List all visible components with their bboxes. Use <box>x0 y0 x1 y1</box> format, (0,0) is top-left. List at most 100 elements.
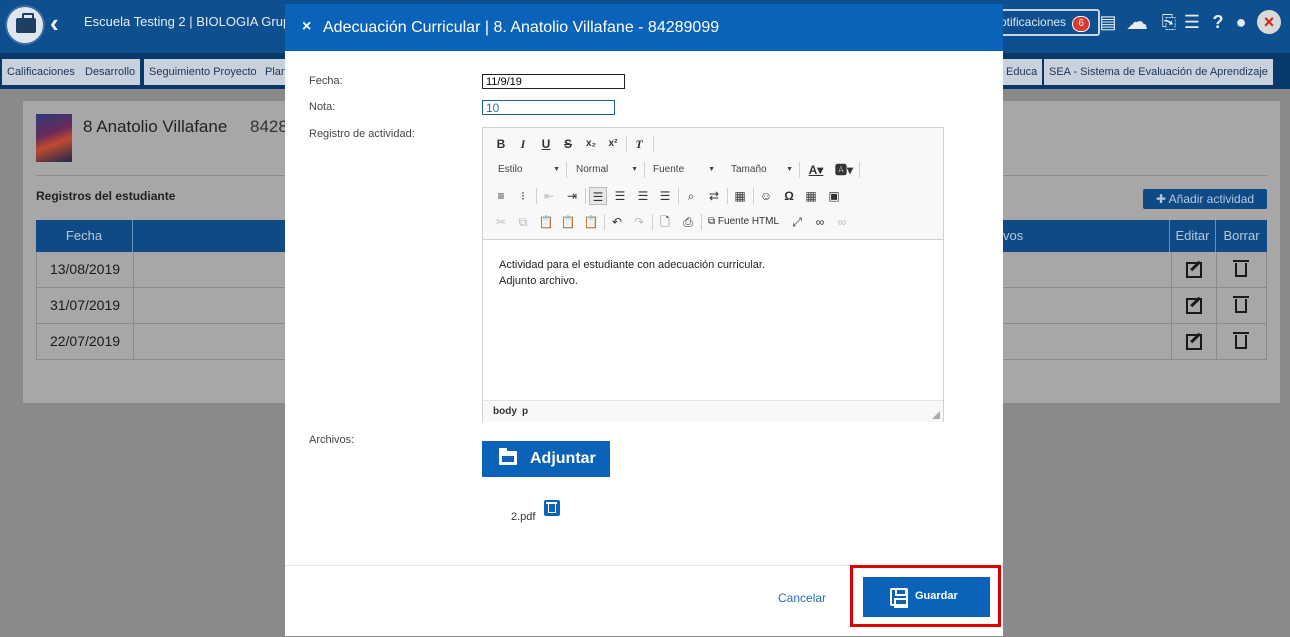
delete-file-button[interactable] <box>544 500 560 516</box>
rich-text-editor: B I U S x₂ x² T Estilo ▼ Normal ▼ Fuente ▼ … <box>482 127 944 422</box>
tab-plan[interactable]: Plan <box>260 59 286 85</box>
source-html-label: Fuente HTML <box>717 216 780 227</box>
paste-text-icon[interactable]: 📋 <box>559 213 577 231</box>
size-combo[interactable]: Tamaño ▼ <box>731 161 793 179</box>
chevron-down-icon: ▼ <box>553 166 560 173</box>
print-icon[interactable]: ⎙ <box>679 213 697 231</box>
adecuacion-modal: × Adecuación Curricular | 8. Anatolio Vi… <box>285 4 1003 636</box>
trash-icon <box>546 502 557 513</box>
editor-toolbar: B I U S x₂ x² T Estilo ▼ Normal ▼ Fuente ▼ … <box>483 128 943 240</box>
editor-line: Actividad para el estudiante con adecuac… <box>499 259 765 271</box>
font-combo[interactable]: Fuente ▼ <box>653 161 715 179</box>
edit-icon[interactable] <box>1186 298 1202 314</box>
style-combo[interactable]: Estilo ▼ <box>498 161 560 179</box>
subscript-icon[interactable]: x₂ <box>582 135 600 153</box>
tab-calificaciones[interactable]: Calificaciones <box>2 59 80 85</box>
chevron-down-icon: ▼ <box>631 166 638 173</box>
edit-icon[interactable] <box>1186 334 1202 350</box>
smiley-icon[interactable]: ☺ <box>757 187 775 205</box>
chevron-down-icon: ▼ <box>708 166 715 173</box>
back-chevron-icon[interactable]: ‹ <box>50 8 59 39</box>
table-icon[interactable]: ▦ <box>802 187 820 205</box>
nota-label: Nota: <box>309 101 336 113</box>
tab-sea[interactable]: SEA - Sistema de Evaluación de Aprendiza… <box>1044 59 1273 85</box>
modal-title: Adecuación Curricular | 8. Anatolio Vill… <box>323 19 720 36</box>
div-block-icon[interactable]: ▦ <box>731 187 749 205</box>
preview-icon[interactable]: 🗋 <box>656 213 674 231</box>
trash-icon[interactable] <box>1233 296 1249 313</box>
help-icon[interactable]: ? <box>1207 11 1229 33</box>
paste-word-icon[interactable]: 📋 <box>582 213 600 231</box>
undo-icon[interactable]: ↶ <box>608 213 626 231</box>
indent-icon[interactable]: ⇥ <box>563 187 581 205</box>
link-icon[interactable]: ∞ <box>811 213 829 231</box>
source-icon: ⧉ <box>708 216 718 227</box>
font-combo-label: Fuente <box>653 164 685 175</box>
align-left-icon[interactable]: ☰ <box>589 187 607 205</box>
trash-icon[interactable] <box>1233 332 1249 349</box>
tab-desarrollo[interactable]: Desarrollo <box>80 59 141 85</box>
align-right-icon[interactable]: ☰ <box>634 187 652 205</box>
text-color-icon[interactable]: A▾ <box>805 161 827 179</box>
align-center-icon[interactable]: ☰ <box>611 187 629 205</box>
paste-icon[interactable]: 📋 <box>537 213 555 231</box>
special-char-icon[interactable]: Ω <box>780 187 798 205</box>
cancel-button[interactable]: Cancelar <box>778 591 826 605</box>
unlink-icon[interactable]: ∞ <box>833 213 851 231</box>
format-combo[interactable]: Normal ▼ <box>576 161 638 179</box>
menu-icon[interactable]: ☰ <box>1181 11 1203 33</box>
editor-status-bar: body p <box>483 400 943 422</box>
align-justify-icon[interactable]: ☰ <box>656 187 674 205</box>
size-combo-label: Tamaño <box>731 164 767 175</box>
tab-educa[interactable]: Educa <box>1003 59 1043 85</box>
italic-icon[interactable]: I <box>514 135 532 153</box>
trash-icon[interactable] <box>1233 260 1249 277</box>
attach-button[interactable]: Adjuntar <box>482 441 610 477</box>
path-body[interactable]: body <box>493 406 517 417</box>
app-logo[interactable] <box>5 5 45 45</box>
remove-format-icon[interactable]: T <box>630 135 648 153</box>
save-button[interactable]: Guardar <box>863 577 990 617</box>
attached-file-name: 2.pdf <box>511 511 536 523</box>
numbered-list-icon[interactable]: ≡ <box>492 187 510 205</box>
editor-line: Adjunto archivo. <box>499 275 578 287</box>
editor-content[interactable]: Actividad para el estudiante con adecuac… <box>483 240 943 400</box>
redo-icon[interactable]: ↷ <box>630 213 648 231</box>
path-p[interactable]: p <box>522 406 528 417</box>
add-file-icon[interactable]: ⎘ <box>1158 11 1180 33</box>
cloud-icon[interactable]: ☁ <box>1126 11 1148 33</box>
tab-seguimiento-proyecto[interactable]: Seguimiento Proyecto <box>144 59 262 85</box>
nota-input[interactable] <box>482 100 615 115</box>
source-html-button[interactable]: ⧉ Fuente HTML <box>708 213 779 231</box>
close-app-icon[interactable]: × <box>1257 10 1281 34</box>
list-icon[interactable]: ▤ <box>1097 11 1119 33</box>
bullet-list-icon[interactable]: ⁝ <box>514 187 532 205</box>
edit-icon[interactable] <box>1186 262 1202 278</box>
outdent-icon[interactable]: ⇤ <box>540 187 558 205</box>
bold-icon[interactable]: B <box>492 135 510 153</box>
maximize-icon[interactable]: ⤢ <box>788 213 806 231</box>
column-date[interactable]: Fecha <box>36 220 133 252</box>
copy-icon[interactable]: ⧉ <box>514 213 532 231</box>
replace-icon[interactable]: ⇄ <box>705 187 723 205</box>
notifications-button[interactable]: otificaciones 6 <box>990 9 1100 36</box>
archivos-label: Archivos: <box>309 434 355 446</box>
row-date: 13/08/2019 <box>37 252 134 287</box>
close-icon[interactable]: × <box>302 18 311 36</box>
image-icon[interactable]: ▣ <box>825 187 843 205</box>
add-activity-button[interactable]: ✚ Añadir actividad <box>1143 189 1267 209</box>
attach-button-label: Adjuntar <box>530 450 596 467</box>
superscript-icon[interactable]: x² <box>604 135 622 153</box>
registro-label: Registro de actividad: <box>309 128 415 140</box>
format-combo-label: Normal <box>576 164 609 175</box>
fecha-label: Fecha: <box>309 75 343 87</box>
cut-icon[interactable]: ✂ <box>492 213 510 231</box>
resize-handle[interactable] <box>932 411 940 419</box>
underline-icon[interactable]: U <box>537 135 555 153</box>
user-icon[interactable]: ● <box>1230 11 1252 33</box>
fecha-input[interactable] <box>482 74 625 89</box>
strikethrough-icon[interactable]: S <box>559 135 577 153</box>
find-icon[interactable]: ⌕ <box>682 187 700 205</box>
style-combo-label: Estilo <box>498 164 523 175</box>
bg-color-icon[interactable]: 🅰▾ <box>833 161 855 179</box>
